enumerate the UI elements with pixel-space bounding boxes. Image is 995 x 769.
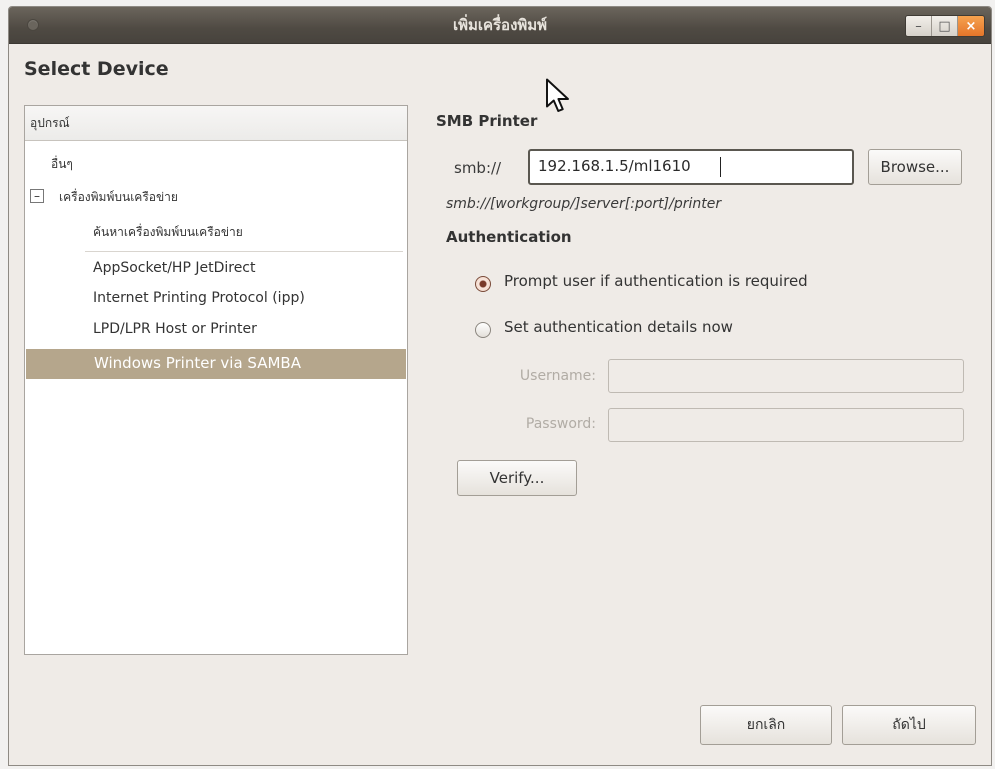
list-item-samba-label: Windows Printer via SAMBA	[94, 354, 301, 372]
radio-prompt-user[interactable]	[475, 276, 491, 292]
list-item-find-network-printer[interactable]: ค้นหาเครื่องพิมพ์บนเครือข่าย	[93, 223, 243, 242]
browse-button[interactable]: Browse...	[868, 149, 962, 185]
list-item-other[interactable]: อื่นๆ	[51, 155, 73, 174]
page-title: Select Device	[24, 58, 169, 80]
username-label: Username:	[519, 368, 596, 384]
close-button[interactable]: ×	[958, 16, 984, 36]
list-item-appsocket[interactable]: AppSocket/HP JetDirect	[93, 260, 256, 276]
radio-set-details[interactable]	[475, 322, 491, 338]
radio-prompt-user-label[interactable]: Prompt user if authentication is require…	[504, 272, 808, 290]
maximize-button[interactable]: □	[932, 16, 958, 36]
list-item-ipp[interactable]: Internet Printing Protocol (ipp)	[93, 290, 305, 306]
title-bar[interactable]: เพิ่มเครื่องพิมพ์ – □ ×	[9, 7, 991, 44]
password-input[interactable]	[608, 408, 964, 442]
list-separator	[85, 251, 403, 252]
authentication-title: Authentication	[446, 228, 572, 246]
list-item-samba-selected[interactable]: Windows Printer via SAMBA	[26, 349, 406, 379]
username-input[interactable]	[608, 359, 964, 393]
smb-uri-hint: smb://[workgroup/]server[:port]/printer	[446, 196, 722, 212]
smb-prefix-label: smb://	[454, 159, 502, 177]
list-item-network-printers[interactable]: เครื่องพิมพ์บนเครือข่าย	[59, 188, 178, 207]
window-controls: – □ ×	[905, 15, 985, 37]
smb-uri-input[interactable]: 192.168.1.5/ml1610	[528, 149, 854, 185]
verify-button[interactable]: Verify...	[457, 460, 577, 496]
device-list-header[interactable]: อุปกรณ์	[25, 106, 407, 141]
smb-uri-value: 192.168.1.5/ml1610	[538, 157, 691, 175]
password-label: Password:	[525, 416, 596, 432]
device-list[interactable]: อุปกรณ์ อื่นๆ – เครื่องพิมพ์บนเครือข่าย …	[24, 105, 408, 655]
smb-printer-title: SMB Printer	[436, 112, 538, 130]
list-item-lpd[interactable]: LPD/LPR Host or Printer	[93, 321, 257, 337]
radio-set-details-label[interactable]: Set authentication details now	[504, 318, 733, 336]
next-button[interactable]: ถัดไป	[842, 705, 976, 745]
mouse-pointer-icon	[546, 78, 569, 112]
window-title: เพิ่มเครื่องพิมพ์	[452, 16, 548, 34]
text-caret	[720, 157, 721, 177]
minimize-button[interactable]: –	[906, 16, 932, 36]
collapse-toggle-icon[interactable]: –	[30, 189, 44, 203]
cancel-button[interactable]: ยกเลิก	[700, 705, 832, 745]
